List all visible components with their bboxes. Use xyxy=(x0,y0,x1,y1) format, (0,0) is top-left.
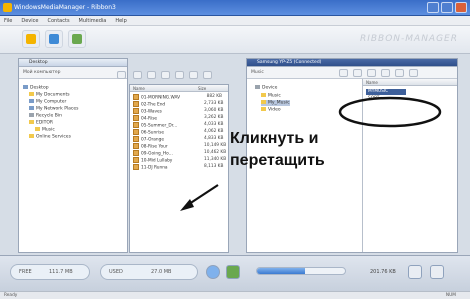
instruction-line-1: Кликнуть и xyxy=(230,130,319,147)
highlight-ellipse xyxy=(338,96,442,128)
transfer-progress-bar xyxy=(256,267,346,275)
bottom-bar: FREE 111.7 MB USED 27.0 MB 201.76 KB xyxy=(0,255,470,291)
drag-instruction: Кликнуть и перетащить xyxy=(230,128,354,172)
device-info-button[interactable] xyxy=(430,265,444,279)
free-label: FREE xyxy=(19,269,32,275)
drag-arrow-head xyxy=(180,199,194,211)
free-value: 111.7 MB xyxy=(49,269,73,275)
transfer-button[interactable] xyxy=(226,265,240,279)
capacity-left-box: FREE 111.7 MB xyxy=(10,264,90,280)
used-label: USED xyxy=(109,269,123,275)
sync-button[interactable] xyxy=(206,265,220,279)
transfer-progress-fill xyxy=(257,268,306,274)
used-value: 27.0 MB xyxy=(151,269,172,275)
device-settings-button[interactable] xyxy=(408,265,422,279)
status-text: Ready xyxy=(4,293,18,298)
status-num: NUM xyxy=(445,293,456,298)
capacity-right-box: USED 27.0 MB xyxy=(100,264,198,280)
status-bar: Ready NUM xyxy=(0,291,470,299)
instruction-line-2: перетащить xyxy=(230,152,325,169)
device-capacity-value: 201.76 KB xyxy=(370,269,396,275)
